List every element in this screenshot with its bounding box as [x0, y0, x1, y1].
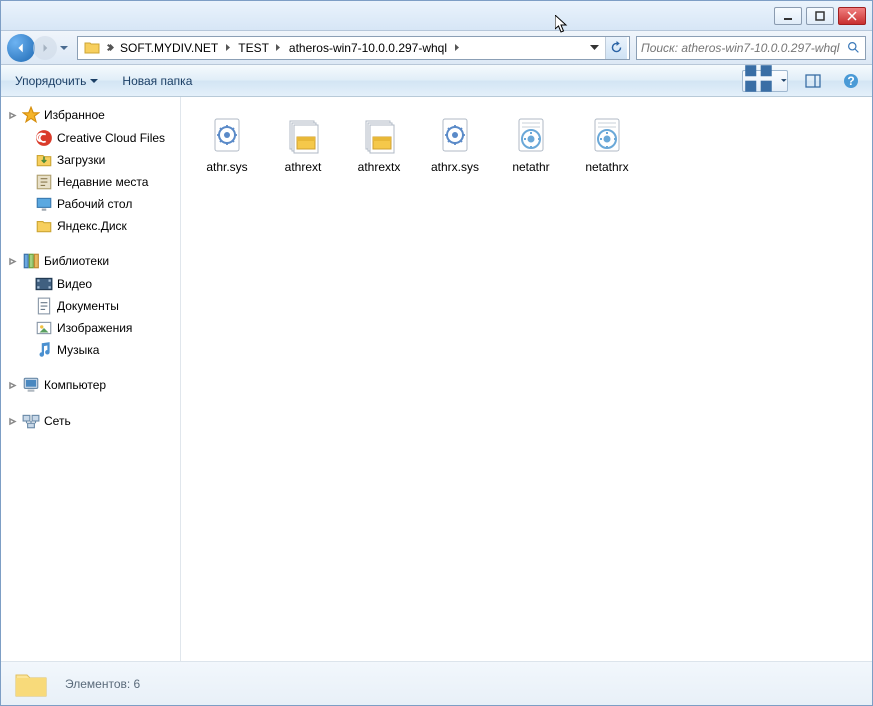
view-mode-button[interactable]: [742, 70, 788, 92]
forward-button[interactable]: [33, 36, 57, 60]
search-box[interactable]: [636, 36, 866, 60]
breadcrumb-separator[interactable]: [451, 44, 463, 51]
favorites-label: Избранное: [44, 108, 105, 122]
item-count-label: Элементов: 6: [65, 677, 140, 691]
file-name-label: netathr: [512, 160, 549, 174]
file-item[interactable]: athrextx: [349, 109, 409, 179]
libraries-item[interactable]: Музыка: [5, 339, 180, 361]
network-header[interactable]: Сеть: [5, 409, 180, 433]
organize-label: Упорядочить: [15, 74, 86, 88]
file-name-label: athrextx: [358, 160, 401, 174]
details-pane: Элементов: 6: [1, 661, 872, 705]
command-toolbar: Упорядочить Новая папка ?: [1, 65, 872, 97]
file-type-icon: [434, 114, 476, 156]
favorites-item[interactable]: Creative Cloud Files: [5, 127, 180, 149]
file-item[interactable]: netathr: [501, 109, 561, 179]
file-type-icon: [206, 114, 248, 156]
breadcrumb-separator[interactable]: [222, 44, 234, 51]
folder-large-icon: [13, 666, 49, 702]
favorites-header[interactable]: Избранное: [5, 103, 180, 127]
favorites-item[interactable]: Недавние места: [5, 171, 180, 193]
libraries-label: Библиотеки: [44, 254, 109, 268]
preview-pane-button[interactable]: [800, 70, 826, 92]
file-name-label: netathrx: [585, 160, 628, 174]
search-input[interactable]: [641, 41, 845, 55]
collapse-icon: [7, 110, 18, 121]
help-button[interactable]: ?: [838, 70, 864, 92]
nav-item-label: Видео: [57, 277, 92, 291]
nav-item-label: Загрузки: [57, 153, 105, 167]
breadcrumb-segment[interactable]: atheros-win7-10.0.0.297-whql: [285, 37, 451, 59]
maximize-button[interactable]: [806, 7, 834, 25]
libraries-item[interactable]: Видео: [5, 273, 180, 295]
video-icon: [35, 275, 53, 293]
star-icon: [22, 106, 40, 124]
nav-item-label: Изображения: [57, 321, 132, 335]
network-icon: [22, 412, 40, 430]
file-list-pane[interactable]: athr.sys athrext athrextx athrx.sys netathr n…: [181, 97, 872, 661]
favorites-item[interactable]: Загрузки: [5, 149, 180, 171]
folder-icon: [83, 39, 101, 57]
breadcrumb-root-sep[interactable]: [104, 44, 116, 51]
close-button[interactable]: [838, 7, 866, 25]
file-item[interactable]: athrx.sys: [425, 109, 485, 179]
file-name-label: athr.sys: [206, 160, 247, 174]
recent-icon: [35, 173, 53, 191]
back-button[interactable]: [7, 34, 35, 62]
cc-icon: [35, 129, 53, 147]
organize-menu[interactable]: Упорядочить: [9, 71, 104, 91]
folder-icon: [35, 217, 53, 235]
breadcrumb-separator[interactable]: [273, 44, 285, 51]
file-name-label: athrx.sys: [431, 160, 479, 174]
network-label: Сеть: [44, 414, 71, 428]
address-dropdown[interactable]: [585, 43, 603, 52]
titlebar: [1, 1, 872, 31]
music-icon: [35, 341, 53, 359]
downloads-icon: [35, 151, 53, 169]
address-bar[interactable]: SOFT.MYDIV.NET TEST atheros-win7-10.0.0.29…: [77, 36, 630, 60]
history-dropdown[interactable]: [57, 34, 71, 62]
navigation-row: SOFT.MYDIV.NET TEST atheros-win7-10.0.0.29…: [1, 31, 872, 65]
breadcrumb-segment[interactable]: SOFT.MYDIV.NET: [116, 37, 222, 59]
libraries-header[interactable]: Библиотеки: [5, 249, 180, 273]
libraries-item[interactable]: Изображения: [5, 317, 180, 339]
breadcrumb-segment[interactable]: TEST: [234, 37, 273, 59]
computer-icon: [22, 376, 40, 394]
file-item[interactable]: netathrx: [577, 109, 637, 179]
navigation-pane: Избранное Creative Cloud Files Загрузки Не…: [1, 97, 181, 661]
file-type-icon: [358, 114, 400, 156]
computer-label: Компьютер: [44, 378, 106, 392]
computer-header[interactable]: Компьютер: [5, 373, 180, 397]
libraries-icon: [22, 252, 40, 270]
file-name-label: athrext: [285, 160, 322, 174]
desktop-icon: [35, 195, 53, 213]
favorites-item[interactable]: Рабочий стол: [5, 193, 180, 215]
libraries-item[interactable]: Документы: [5, 295, 180, 317]
doc-icon: [35, 297, 53, 315]
file-type-icon: [586, 114, 628, 156]
search-icon[interactable]: [845, 41, 861, 54]
nav-item-label: Яндекс.Диск: [57, 219, 127, 233]
refresh-button[interactable]: [605, 37, 627, 59]
new-folder-label: Новая папка: [122, 74, 192, 88]
expand-icon: [7, 416, 18, 427]
collapse-icon: [7, 256, 18, 267]
minimize-button[interactable]: [774, 7, 802, 25]
nav-item-label: Creative Cloud Files: [57, 131, 165, 145]
nav-item-label: Рабочий стол: [57, 197, 132, 211]
favorites-item[interactable]: Яндекс.Диск: [5, 215, 180, 237]
nav-item-label: Музыка: [57, 343, 99, 357]
file-item[interactable]: athr.sys: [197, 109, 257, 179]
nav-item-label: Недавние места: [57, 175, 148, 189]
nav-item-label: Документы: [57, 299, 119, 313]
new-folder-button[interactable]: Новая папка: [116, 71, 198, 91]
file-item[interactable]: athrext: [273, 109, 333, 179]
svg-text:?: ?: [847, 74, 854, 88]
file-type-icon: [510, 114, 552, 156]
expand-icon: [7, 380, 18, 391]
file-type-icon: [282, 114, 324, 156]
image-icon: [35, 319, 53, 337]
